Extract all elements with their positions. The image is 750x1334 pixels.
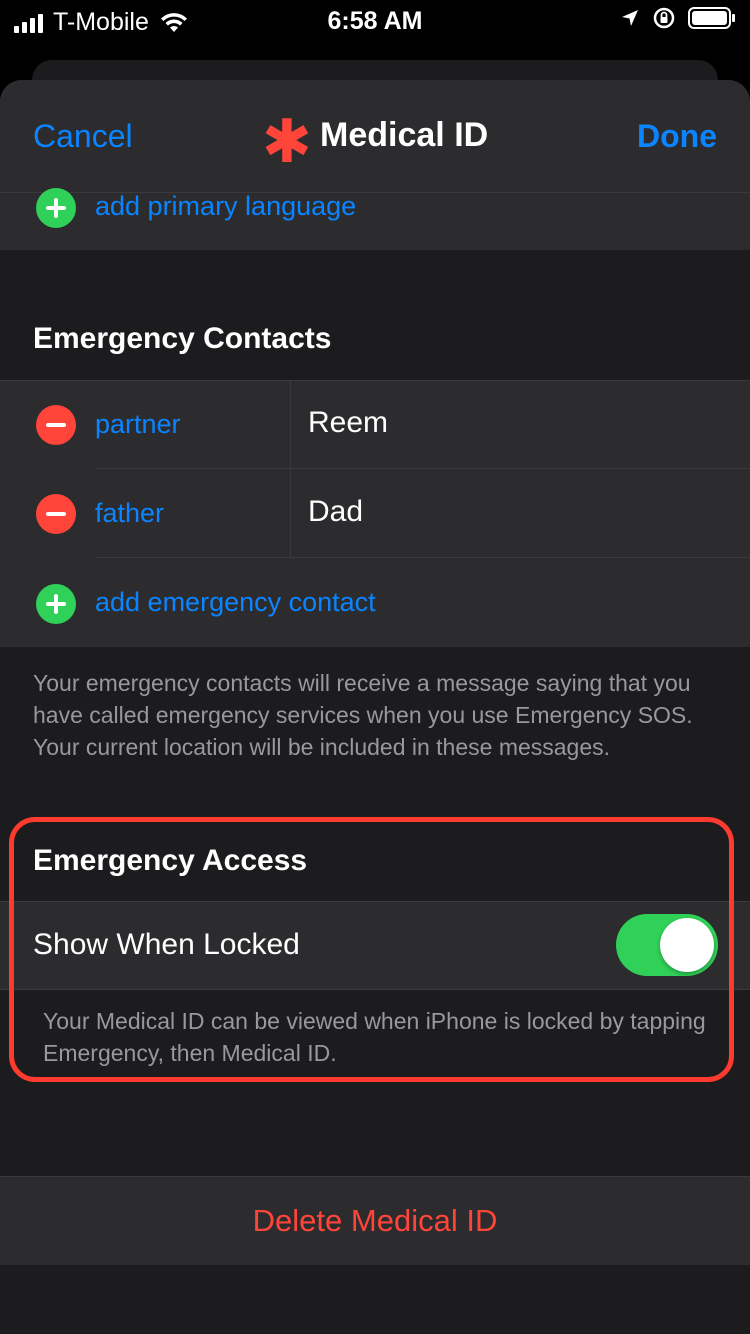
remove-contact-icon[interactable] xyxy=(36,405,76,445)
row-divider xyxy=(95,468,750,469)
add-icon[interactable] xyxy=(36,188,76,228)
screen: T-Mobile 6:58 AM Cancel ✱ Medical ID Don… xyxy=(0,0,750,1334)
highlight-annotation xyxy=(9,817,734,1082)
add-icon[interactable] xyxy=(36,584,76,624)
done-button[interactable]: Done xyxy=(637,118,717,155)
add-emergency-contact-link[interactable]: add emergency contact xyxy=(95,587,376,618)
contact-name[interactable]: Reem xyxy=(308,406,388,440)
contact-relationship[interactable]: partner xyxy=(95,409,181,440)
medical-id-sheet: Cancel ✱ Medical ID Done add primary lang… xyxy=(0,80,750,1334)
contact-name[interactable]: Dad xyxy=(308,495,363,529)
nav-bar: Cancel ✱ Medical ID Done xyxy=(0,80,750,193)
delete-medical-id-button[interactable]: Delete Medical ID xyxy=(0,1176,750,1265)
page-title-text: Medical ID xyxy=(320,116,489,154)
row-divider xyxy=(95,557,750,558)
remove-contact-icon[interactable] xyxy=(36,494,76,534)
contact-relationship[interactable]: father xyxy=(95,498,164,529)
add-primary-language-link[interactable]: add primary language xyxy=(95,191,356,222)
battery-icon xyxy=(688,7,735,29)
status-bar-right xyxy=(620,6,736,30)
medical-asterisk-icon: ✱ xyxy=(261,108,313,175)
emergency-contacts-footer: Your emergency contacts will receive a m… xyxy=(33,670,693,760)
emergency-contacts-header: Emergency Contacts xyxy=(33,322,332,355)
orientation-lock-icon xyxy=(653,7,675,29)
status-bar: T-Mobile 6:58 AM xyxy=(0,0,750,44)
location-arrow-icon xyxy=(622,10,638,26)
column-divider xyxy=(290,380,291,557)
